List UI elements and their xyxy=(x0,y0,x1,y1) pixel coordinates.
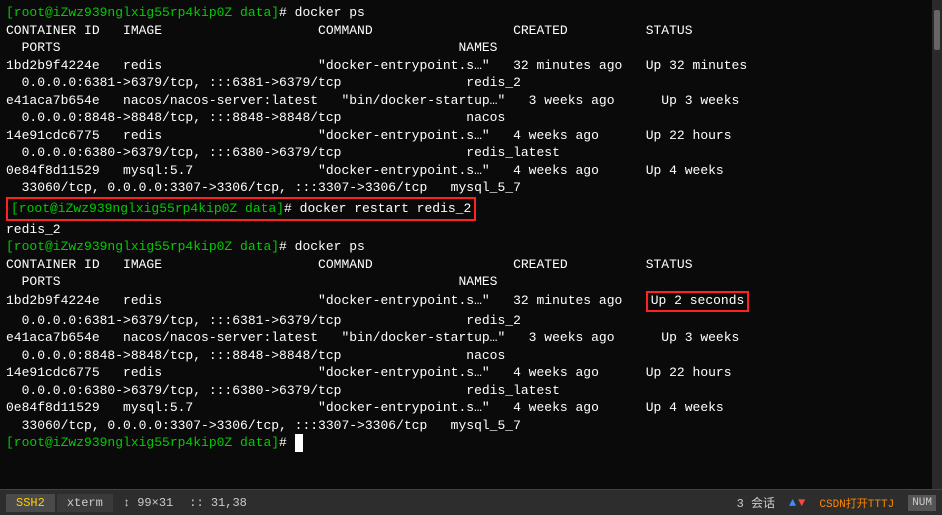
size-label: ↕ 99×31 xyxy=(123,496,173,510)
status-csdn: CSDN打开TTTJ xyxy=(811,495,902,511)
line-10: 0e84f8d11529 mysql:5.7 "docker-entrypoin… xyxy=(6,162,926,180)
line-6: e41aca7b654e nacos/nacos-server:latest "… xyxy=(6,92,926,110)
line-15-header: CONTAINER ID IMAGE COMMAND CREATED STATU… xyxy=(6,256,926,274)
line-11: 33060/tcp, 0.0.0.0:3307->3306/tcp, :::33… xyxy=(6,179,926,197)
status-sessions: 3 会话 xyxy=(729,494,783,511)
line-1: [root@iZwz939nglxig55rp4kip0Z data]# doc… xyxy=(6,4,926,22)
status-size: ↕ 99×31 xyxy=(115,496,181,510)
csdn-label: CSDN打开TTTJ xyxy=(819,495,894,511)
sessions-label: 3 会话 xyxy=(737,494,775,511)
line-21: 14e91cdc6775 redis "docker-entrypoint.s…… xyxy=(6,364,926,382)
line-4: 1bd2b9f4224e redis "docker-entrypoint.s…… xyxy=(6,57,926,75)
scrollbar[interactable] xyxy=(932,0,942,489)
line-22: 0.0.0.0:6380->6379/tcp, :::6380->6379/tc… xyxy=(6,382,926,400)
line-17: 1bd2b9f4224e redis "docker-entrypoint.s…… xyxy=(6,291,926,312)
line-3-header: PORTS NAMES xyxy=(6,39,926,57)
status-bar: SSH2 xterm ↕ 99×31 :: 31,38 3 会话 ▲ ▼ CSD… xyxy=(0,489,942,515)
line-18: 0.0.0.0:6381->6379/tcp, :::6381->6379/tc… xyxy=(6,312,926,330)
xterm-label: xterm xyxy=(67,496,103,510)
line-23: 0e84f8d11529 mysql:5.7 "docker-entrypoin… xyxy=(6,399,926,417)
status-xterm: xterm xyxy=(57,494,113,512)
line-8: 14e91cdc6775 redis "docker-entrypoint.s…… xyxy=(6,127,926,145)
line-9: 0.0.0.0:6380->6379/tcp, :::6380->6379/tc… xyxy=(6,144,926,162)
num-label: NUM xyxy=(912,497,932,509)
line-5: 0.0.0.0:6381->6379/tcp, :::6381->6379/tc… xyxy=(6,74,926,92)
status-arrows: ▲ ▼ xyxy=(789,496,805,510)
line-25-prompt: [root@iZwz939nglxig55rp4kip0Z data]# xyxy=(6,434,926,452)
status-pos: :: 31,38 xyxy=(181,496,255,510)
pos-label: :: 31,38 xyxy=(189,496,247,510)
line-2-header: CONTAINER ID IMAGE COMMAND CREATED STATU… xyxy=(6,22,926,40)
status-ssh2: SSH2 xyxy=(6,494,55,512)
line-14: [root@iZwz939nglxig55rp4kip0Z data]# doc… xyxy=(6,238,926,256)
status-num: NUM xyxy=(908,495,936,511)
line-16-header: PORTS NAMES xyxy=(6,273,926,291)
line-20: 0.0.0.0:8848->8848/tcp, :::8848->8848/tc… xyxy=(6,347,926,365)
ssh2-label: SSH2 xyxy=(16,496,45,510)
up-arrow-icon: ▲ xyxy=(789,496,796,510)
down-arrow-icon: ▼ xyxy=(798,496,805,510)
status-up-2-seconds: Up 2 seconds xyxy=(646,291,750,312)
line-24: 33060/tcp, 0.0.0.0:3307->3306/tcp, :::33… xyxy=(6,417,926,435)
terminal-content: [root@iZwz939nglxig55rp4kip0Z data]# doc… xyxy=(0,0,932,489)
terminal-window[interactable]: [root@iZwz939nglxig55rp4kip0Z data]# doc… xyxy=(0,0,942,489)
scrollbar-thumb[interactable] xyxy=(934,10,940,50)
line-13: redis_2 xyxy=(6,221,926,239)
line-19: e41aca7b654e nacos/nacos-server:latest "… xyxy=(6,329,926,347)
line-12-cmd: [root@iZwz939nglxig55rp4kip0Z data]# doc… xyxy=(6,197,926,221)
line-7: 0.0.0.0:8848->8848/tcp, :::8848->8848/tc… xyxy=(6,109,926,127)
